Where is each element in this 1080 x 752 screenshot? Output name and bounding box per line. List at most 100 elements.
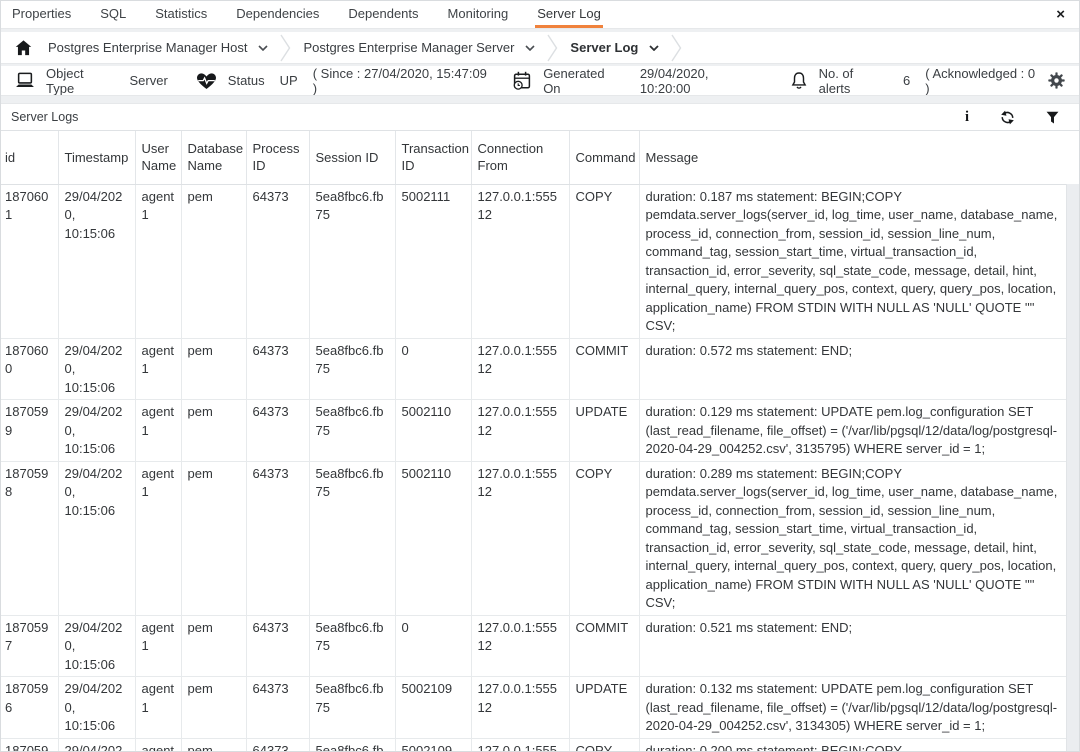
column-header-message[interactable]: Message [639, 131, 1066, 184]
cell-command: COPY [569, 184, 639, 338]
cell-session-id: 5ea8fbc6.fb75 [309, 184, 395, 338]
cell-transaction-id: 5002110 [395, 461, 471, 615]
table-row[interactable]: 187059529/04/2020, 10:15:06agent1pem6437… [1, 738, 1066, 751]
cell-process-id: 64373 [246, 461, 309, 615]
cell-timestamp: 29/04/2020, 10:15:06 [58, 338, 135, 400]
column-header-timestamp[interactable]: Timestamp [58, 131, 135, 184]
info-icon[interactable]: i [965, 110, 969, 125]
table-row[interactable]: 187059929/04/2020, 10:15:06agent1pem6437… [1, 400, 1066, 462]
cell-session-id: 5ea8fbc6.fb75 [309, 677, 395, 739]
cell-timestamp: 29/04/2020, 10:15:06 [58, 461, 135, 615]
table-row[interactable]: 187059629/04/2020, 10:15:06agent1pem6437… [1, 677, 1066, 739]
column-header-id[interactable]: id [1, 131, 58, 184]
cell-session-id: 5ea8fbc6.fb75 [309, 615, 395, 677]
cell-transaction-id: 0 [395, 338, 471, 400]
generated-on-label: Generated On [543, 66, 625, 96]
cell-timestamp: 29/04/2020, 10:15:06 [58, 738, 135, 751]
cell-connection-from: 127.0.0.1:55512 [471, 184, 569, 338]
divider [1, 95, 1079, 104]
tab-dependencies[interactable]: Dependencies [234, 1, 321, 28]
monitor-icon [15, 72, 35, 89]
tab-dependents[interactable]: Dependents [346, 1, 420, 28]
server-log-window: Properties SQL Statistics Dependencies D… [0, 0, 1080, 752]
column-header-database-name[interactable]: Database Name [181, 131, 246, 184]
cell-id: 1870598 [1, 461, 58, 615]
breadcrumb-item-server-log[interactable]: Server Log [570, 40, 659, 55]
cell-id: 1870596 [1, 677, 58, 739]
refresh-icon[interactable] [1000, 110, 1015, 125]
tab-server-log[interactable]: Server Log [535, 1, 603, 28]
bell-icon [790, 71, 808, 90]
cell-timestamp: 29/04/2020, 10:15:06 [58, 400, 135, 462]
breadcrumb-separator-icon [547, 33, 558, 63]
cell-user-name: agent1 [135, 400, 181, 462]
cell-process-id: 64373 [246, 615, 309, 677]
cell-id: 1870601 [1, 184, 58, 338]
breadcrumb-label: Server Log [570, 40, 638, 55]
breadcrumb-item-host[interactable]: Postgres Enterprise Manager Host [48, 40, 268, 55]
table-row[interactable]: 187060029/04/2020, 10:15:06agent1pem6437… [1, 338, 1066, 400]
column-header-transaction-id[interactable]: Transaction ID [395, 131, 471, 184]
alerts-count: 6 [903, 73, 910, 88]
cell-message: duration: 0.132 ms statement: UPDATE pem… [639, 677, 1066, 739]
generated-on-value: 29/04/2020, 10:20:00 [640, 66, 762, 96]
info-bar: Object Type Server Status UP ( Since : 2… [1, 66, 1079, 95]
cell-id: 1870597 [1, 615, 58, 677]
cell-connection-from: 127.0.0.1:55512 [471, 677, 569, 739]
cell-database-name: pem [181, 738, 246, 751]
cell-database-name: pem [181, 677, 246, 739]
panel-title: Server Logs [11, 110, 78, 124]
cell-process-id: 64373 [246, 338, 309, 400]
cell-process-id: 64373 [246, 677, 309, 739]
cell-transaction-id: 5002110 [395, 400, 471, 462]
column-header-session-id[interactable]: Session ID [309, 131, 395, 184]
calendar-clock-icon [512, 71, 532, 91]
cell-connection-from: 127.0.0.1:55512 [471, 400, 569, 462]
panel-header: Server Logs i [1, 104, 1079, 131]
column-header-user-name[interactable]: User Name [135, 131, 181, 184]
breadcrumb-item-server[interactable]: Postgres Enterprise Manager Server [303, 40, 535, 55]
table-row[interactable]: 187060129/04/2020, 10:15:06agent1pem6437… [1, 184, 1066, 338]
cell-database-name: pem [181, 461, 246, 615]
cell-session-id: 5ea8fbc6.fb75 [309, 400, 395, 462]
cell-user-name: agent1 [135, 615, 181, 677]
table-row[interactable]: 187059829/04/2020, 10:15:06agent1pem6437… [1, 461, 1066, 615]
cell-message: duration: 0.521 ms statement: END; [639, 615, 1066, 677]
cell-message: duration: 0.129 ms statement: UPDATE pem… [639, 400, 1066, 462]
cell-command: COPY [569, 738, 639, 751]
tab-monitoring[interactable]: Monitoring [446, 1, 511, 28]
cell-session-id: 5ea8fbc6.fb75 [309, 338, 395, 400]
column-header-connection-from[interactable]: Connection From [471, 131, 569, 184]
breadcrumb-separator-icon [671, 33, 682, 63]
cell-user-name: agent1 [135, 677, 181, 739]
cell-user-name: agent1 [135, 184, 181, 338]
cell-message: duration: 0.572 ms statement: END; [639, 338, 1066, 400]
cell-id: 1870600 [1, 338, 58, 400]
cell-message: duration: 0.187 ms statement: BEGIN;COPY… [639, 184, 1066, 338]
tab-bar: Properties SQL Statistics Dependencies D… [1, 1, 1079, 28]
object-type-value: Server [130, 73, 168, 88]
cell-transaction-id: 5002109 [395, 677, 471, 739]
vertical-scrollbar[interactable] [1066, 184, 1079, 751]
column-header-command[interactable]: Command [569, 131, 639, 184]
cell-user-name: agent1 [135, 338, 181, 400]
gear-icon[interactable] [1048, 72, 1065, 89]
cell-process-id: 64373 [246, 738, 309, 751]
home-icon[interactable] [15, 40, 32, 56]
heartbeat-icon [196, 72, 217, 90]
cell-command: COMMIT [569, 338, 639, 400]
cell-database-name: pem [181, 338, 246, 400]
close-icon[interactable]: × [1056, 1, 1065, 28]
breadcrumb: Postgres Enterprise Manager Host Postgre… [1, 32, 1079, 63]
chevron-down-icon [649, 45, 659, 51]
breadcrumb-label: Postgres Enterprise Manager Server [303, 40, 514, 55]
tab-properties[interactable]: Properties [10, 1, 73, 28]
table-row[interactable]: 187059729/04/2020, 10:15:06agent1pem6437… [1, 615, 1066, 677]
tab-statistics[interactable]: Statistics [153, 1, 209, 28]
alerts-label: No. of alerts [819, 66, 888, 96]
cell-process-id: 64373 [246, 400, 309, 462]
tab-sql[interactable]: SQL [98, 1, 128, 28]
filter-icon[interactable] [1046, 111, 1059, 124]
cell-database-name: pem [181, 184, 246, 338]
column-header-process-id[interactable]: Process ID [246, 131, 309, 184]
